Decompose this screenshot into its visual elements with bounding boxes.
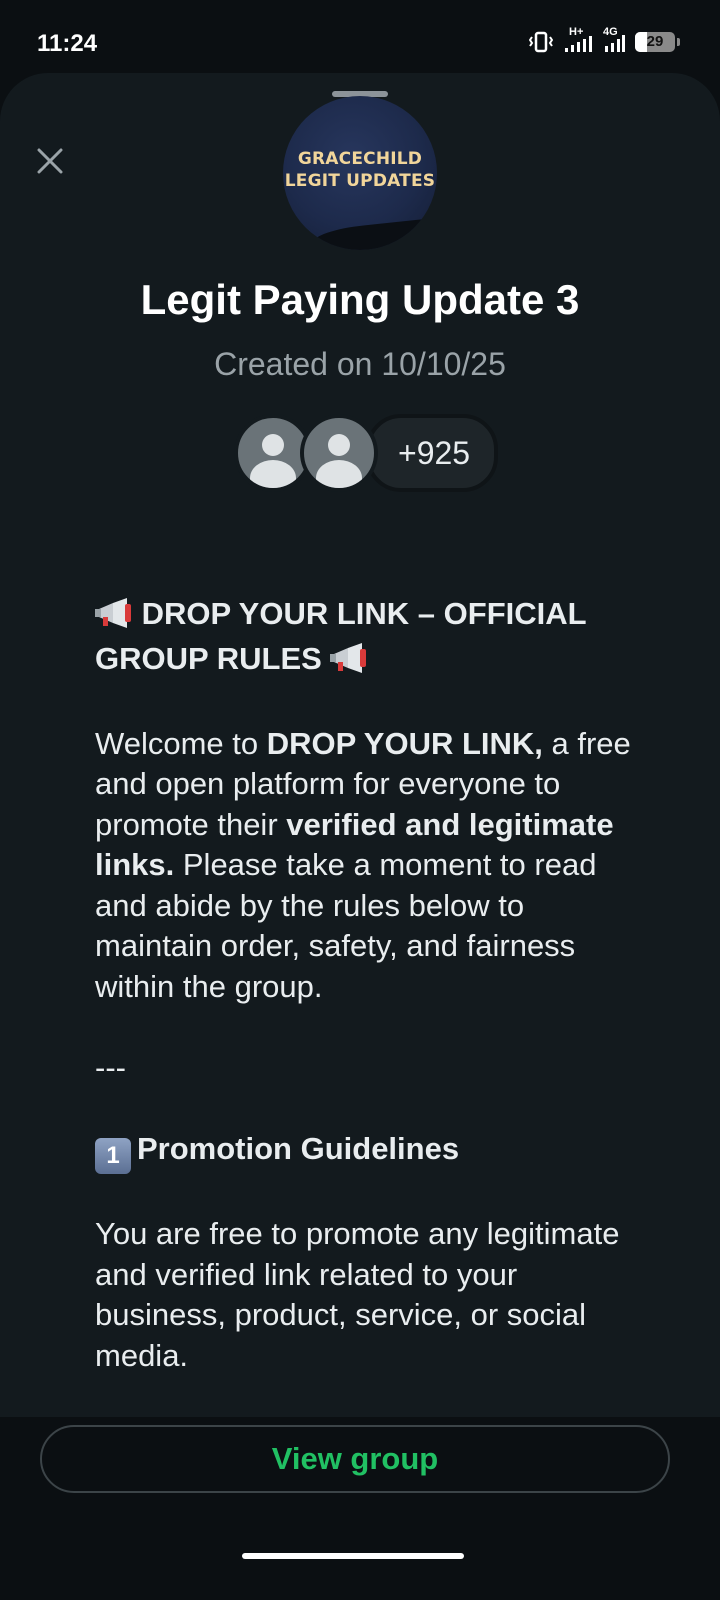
avatar-text-line-1: GRACECHILD [297, 149, 423, 169]
signal-h-plus-icon: H+ [563, 26, 593, 54]
megaphone-icon [95, 598, 133, 639]
avatar-text-line-2: LEGIT UPDATES [284, 171, 436, 191]
section-heading-text: Promotion Guidelines [137, 1130, 460, 1166]
avatar-text: GRACECHILD LEGIT UPDATES [283, 148, 437, 192]
group-description: DROP YOUR LINK – OFFICIAL GROUP RULES We… [95, 594, 635, 1376]
close-icon [37, 148, 63, 179]
intro-bold-1: DROP YOUR LINK, [266, 725, 543, 761]
member-avatars[interactable]: +925 [234, 414, 499, 492]
battery-icon: 29 [635, 32, 675, 52]
member-avatar [300, 414, 378, 492]
vibrate-icon [529, 31, 553, 53]
intro-text-1: Welcome to [95, 725, 267, 761]
keycap-one-icon: 1 [95, 1137, 131, 1174]
battery-level: 29 [646, 33, 664, 50]
view-group-button[interactable]: View group [40, 1425, 670, 1493]
divider-text: --- [95, 1049, 126, 1085]
megaphone-icon [330, 642, 368, 684]
created-date: Created on 10/10/25 [214, 346, 506, 382]
status-icons: H+ 4G 29 [529, 26, 680, 54]
group-avatar: GRACECHILD LEGIT UPDATES [283, 96, 437, 250]
section-heading: 1 Promotion Guidelines [95, 1129, 635, 1174]
description-intro: Welcome to DROP YOUR LINK, a free and op… [95, 724, 635, 1008]
signal-4g-icon: 4G [603, 26, 625, 54]
section-text: You are free to promote any legitimate a… [95, 1216, 620, 1373]
avatar-shadow [311, 217, 437, 250]
home-indicator[interactable] [242, 1553, 464, 1559]
clock: 11:24 [37, 30, 98, 57]
group-title: Legit Paying Update 3 [140, 276, 580, 323]
close-button[interactable] [30, 143, 70, 183]
battery-tip [677, 38, 680, 46]
description-heading: DROP YOUR LINK – OFFICIAL GROUP RULES [95, 594, 635, 683]
member-count-badge: +925 [366, 414, 499, 492]
